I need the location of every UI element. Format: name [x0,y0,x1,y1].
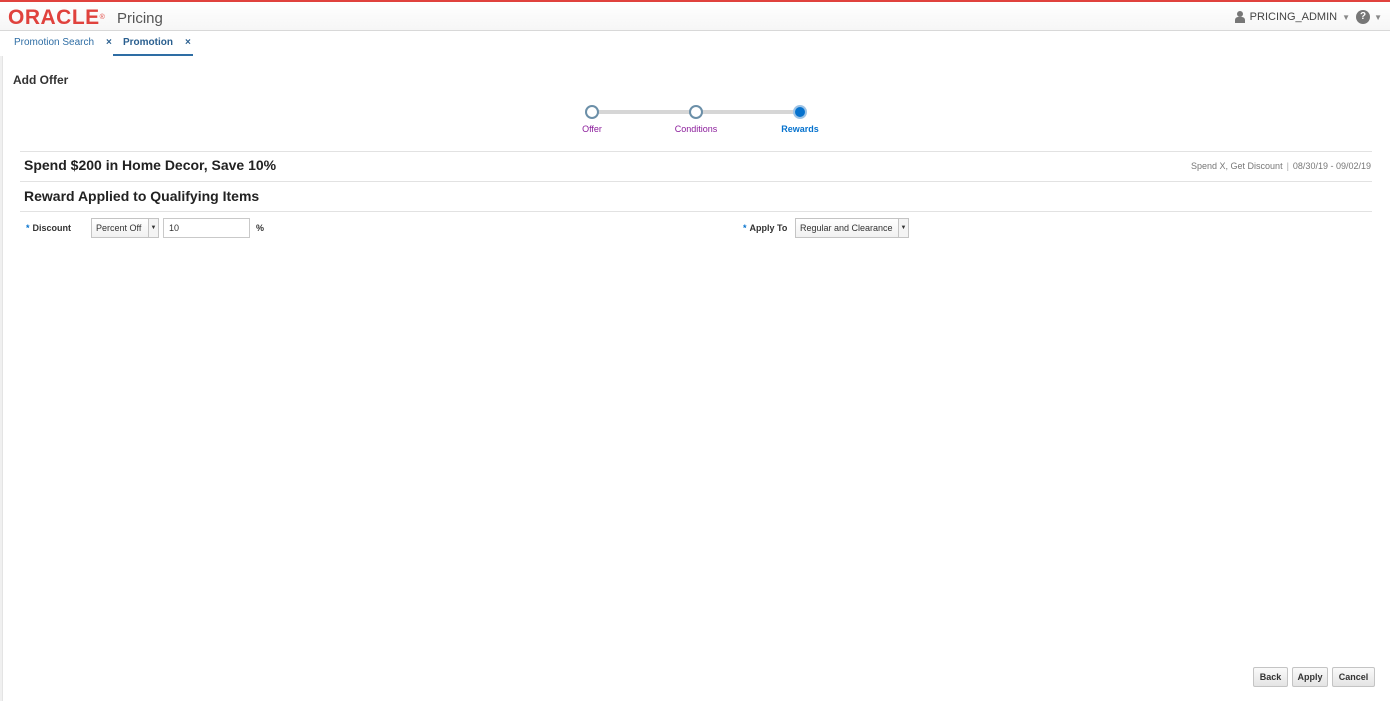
page-title: Add Offer [13,73,69,87]
apply-to-select[interactable]: Regular and Clearance ▼ [795,218,909,238]
apply-to-label-text: Apply To [749,223,788,233]
train-label-offer[interactable]: Offer [552,124,632,134]
tab-promotion-search[interactable]: Promotion Search × [14,37,112,56]
discount-type-select[interactable]: Percent Off ▼ [91,218,159,238]
user-icon [1234,11,1245,23]
tab-label: Promotion Search [14,37,95,48]
tab-label: Promotion [123,37,173,48]
discount-label: * Discount [26,223,71,233]
chevron-down-icon[interactable]: ▼ [148,219,158,237]
discount-label-text: Discount [32,223,72,233]
section-title: Reward Applied to Qualifying Items [24,188,260,204]
discount-value-input[interactable]: 10 [163,218,250,238]
percent-unit: % [256,223,265,233]
document-tabs: Promotion Search × Promotion × [0,31,1390,56]
offer-type: Spend X, Get Discount [1191,161,1283,171]
help-menu[interactable]: ? ▼ [1356,10,1382,24]
oracle-logo: ORACLE® [8,7,105,29]
apply-to-label: * Apply To [743,223,787,233]
offer-title: Spend $200 in Home Decor, Save 10% [24,157,277,173]
discount-type-value: Percent Off [96,223,142,233]
close-icon[interactable]: × [185,37,191,48]
app-name: Pricing [117,10,163,27]
divider [20,211,1372,212]
apply-to-value: Regular and Clearance [800,223,893,233]
train-label-rewards[interactable]: Rewards [760,124,840,134]
apply-button[interactable]: Apply [1292,667,1328,687]
required-indicator: * [26,223,30,233]
logo-registered-mark: ® [99,14,106,21]
required-indicator: * [743,223,747,233]
chevron-down-icon: ▼ [1374,12,1382,22]
user-name: PRICING_ADMIN [1249,11,1338,23]
train-stop-rewards[interactable] [793,105,807,119]
offer-date-range: 08/30/19 - 09/02/19 [1292,161,1371,171]
train-label-conditions[interactable]: Conditions [656,124,736,134]
left-edge-splitter [0,56,3,701]
chevron-down-icon[interactable]: ▼ [898,219,908,237]
train-stop-offer[interactable] [585,105,599,119]
close-icon[interactable]: × [106,37,112,48]
user-menu[interactable]: PRICING_ADMIN ▼ [1234,11,1350,23]
help-icon: ? [1356,10,1371,24]
process-train: Offer Conditions Rewards [560,104,830,140]
divider [20,181,1372,182]
logo-text: ORACLE [8,6,100,29]
app-header: ORACLE® Pricing PRICING_ADMIN ▼ ? ▼ [0,0,1390,31]
offer-meta: Spend X, Get Discount | 08/30/19 - 09/02… [1191,161,1371,171]
back-button[interactable]: Back [1253,667,1288,687]
cancel-button[interactable]: Cancel [1332,667,1375,687]
tab-promotion[interactable]: Promotion × [113,37,193,56]
divider [20,151,1372,152]
chevron-down-icon: ▼ [1342,12,1350,22]
train-stop-conditions[interactable] [689,105,703,119]
meta-separator: | [1286,161,1289,171]
